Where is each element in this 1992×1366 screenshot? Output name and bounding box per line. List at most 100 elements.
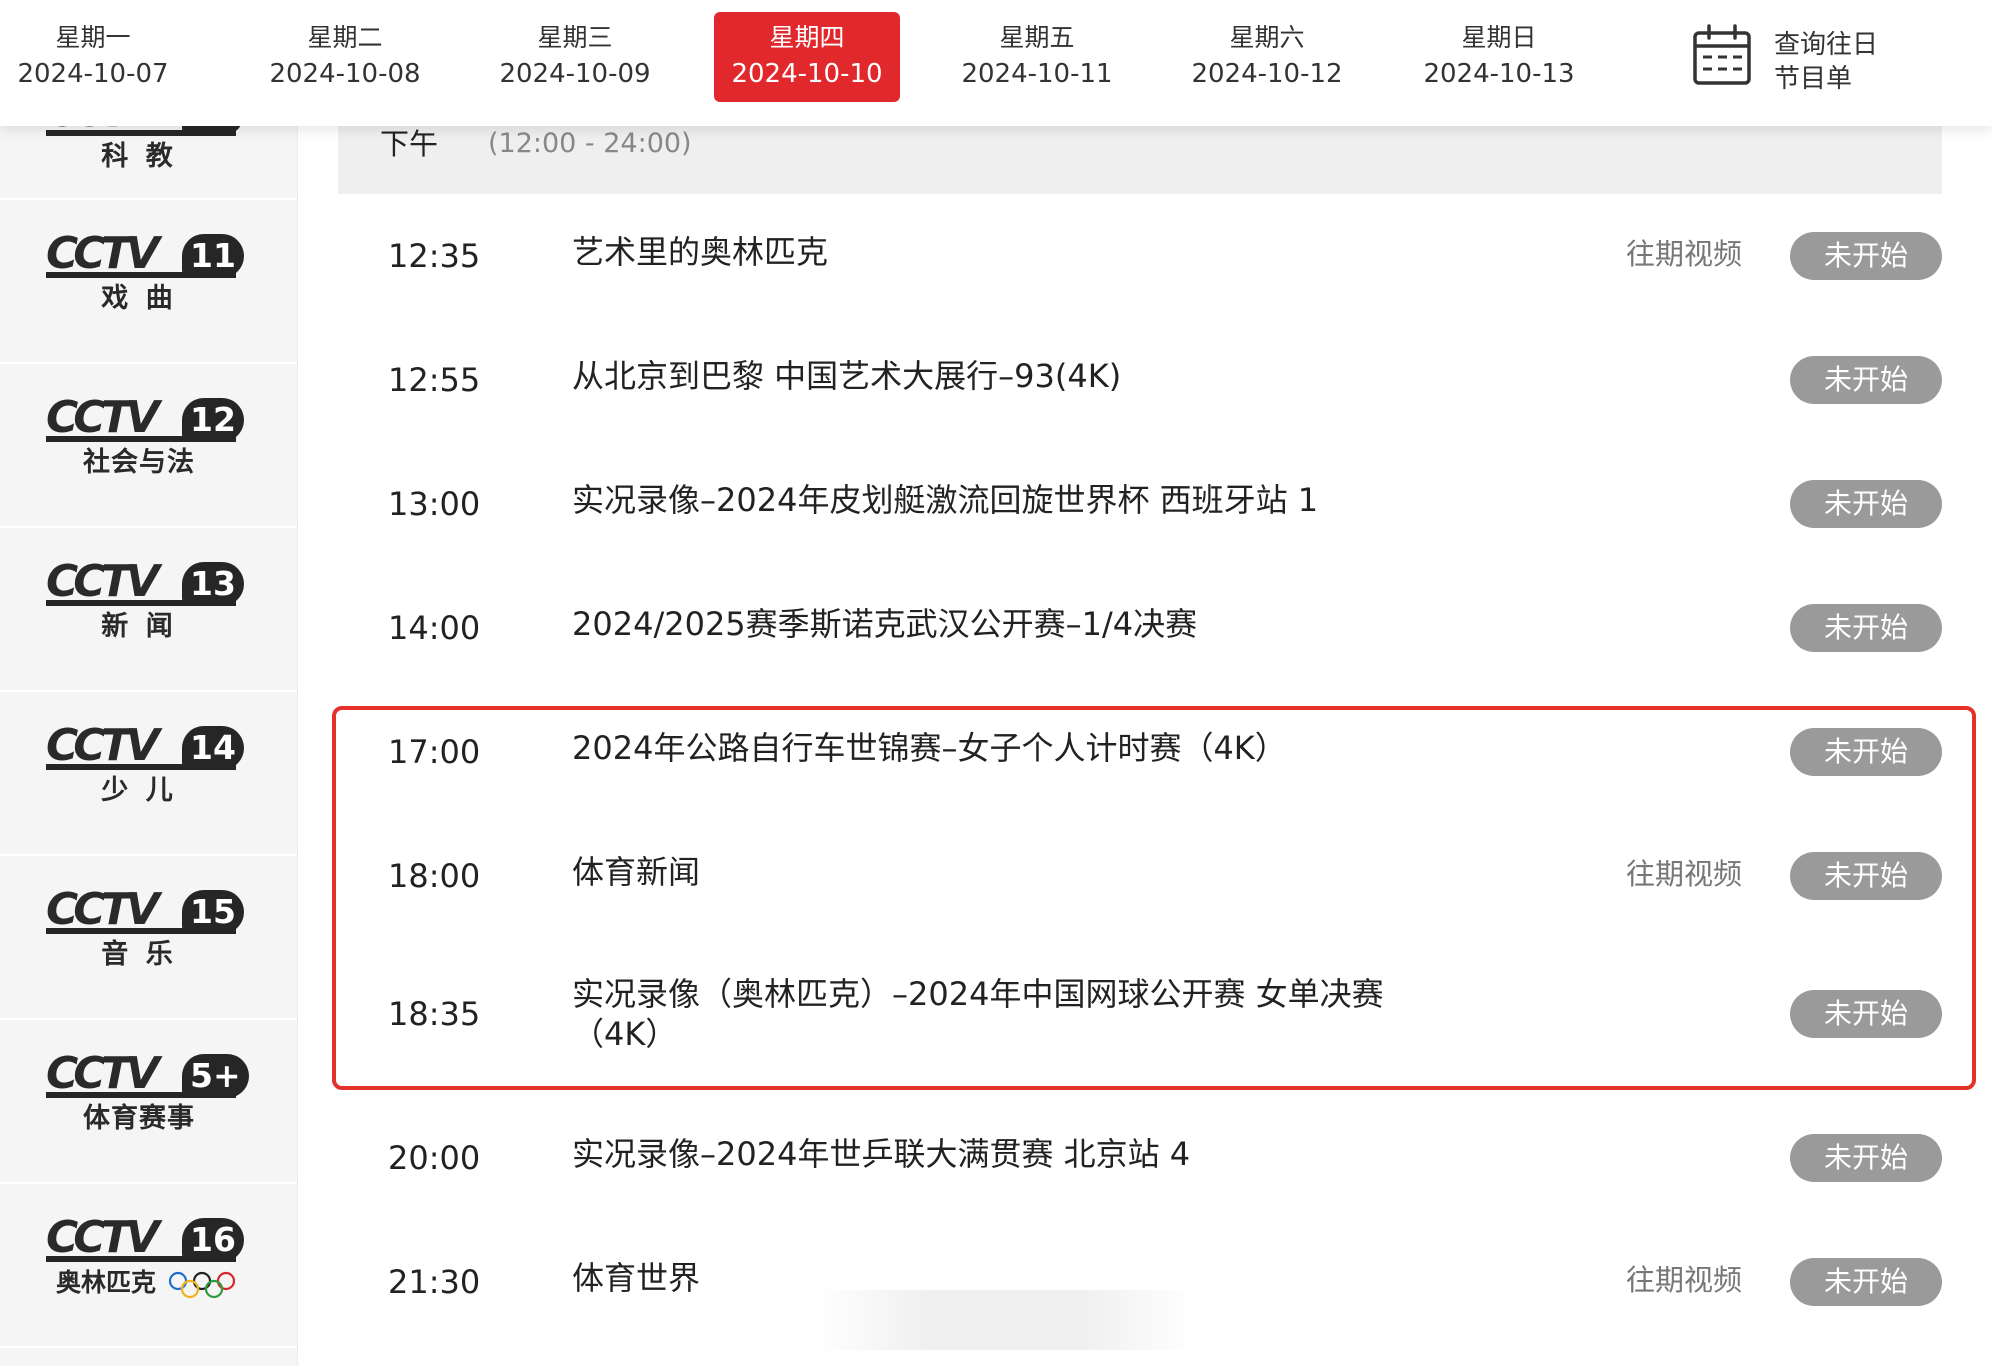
program-time: 18:00: [388, 857, 481, 895]
channel-logo: CCTV 13 新 闻: [46, 556, 244, 660]
program-title[interactable]: 体育新闻: [572, 852, 1432, 892]
channel-name: 少 儿: [101, 775, 177, 806]
program-row: 12:35 艺术里的奥林匹克 往期视频 未开始: [338, 194, 1942, 318]
history-line2: 节目单: [1774, 64, 1853, 94]
channel-item-cctv15[interactable]: CCTV 15 音 乐: [0, 858, 297, 1020]
channel-name: 社会与法: [83, 447, 195, 478]
period-range: (12:00 - 24:00): [488, 128, 692, 159]
weekday-label: 星期四: [769, 23, 845, 52]
date-label: 2024-10-08: [269, 59, 421, 89]
channel-item-cctv13[interactable]: CCTV 13 新 闻: [0, 530, 297, 692]
date-label: 2024-10-12: [1191, 59, 1343, 89]
channel-item-cctv16[interactable]: CCTV 16 奥林匹克: [0, 1186, 297, 1348]
date-label: 2024-10-09: [499, 59, 651, 89]
channel-logo: CCTV 11 戏 曲: [46, 228, 244, 332]
weekday-label: 星期三: [537, 23, 613, 52]
program-row: 14:00 2024/2025赛季斯诺克武汉公开赛–1/4决赛 未开始: [338, 566, 1942, 690]
channel-logo: CCTV 12 社会与法: [46, 392, 244, 496]
logo-underline: [46, 600, 236, 606]
logo-underline: [46, 272, 236, 278]
logo-mark: CCTV: [46, 1212, 160, 1263]
status-badge: 未开始: [1790, 1258, 1942, 1306]
period-label: 下午: [380, 127, 439, 161]
logo-underline: [46, 1092, 236, 1098]
channel-name: 奥林匹克: [55, 1268, 156, 1297]
status-badge: 未开始: [1790, 232, 1942, 280]
status-badge: 未开始: [1790, 356, 1942, 404]
program-title[interactable]: 2024/2025赛季斯诺克武汉公开赛–1/4决赛: [572, 604, 1432, 644]
program-time: 18:35: [388, 995, 481, 1033]
channel-logo: CCTV 15 音 乐: [46, 884, 244, 988]
program-time: 20:00: [388, 1139, 481, 1177]
date-label: 2024-10-11: [961, 59, 1113, 89]
olympic-rings-icon: [168, 1271, 236, 1299]
date-label: 2024-10-13: [1423, 59, 1575, 89]
weekday-label: 星期二: [307, 23, 383, 52]
channel-item-cctv12[interactable]: CCTV 12 社会与法: [0, 366, 297, 528]
program-title[interactable]: 实况录像–2024年世乒联大满贯赛 北京站 4: [572, 1134, 1572, 1174]
program-title[interactable]: 艺术里的奥林匹克: [572, 232, 1432, 272]
channel-item-cctv11[interactable]: CCTV 11 戏 曲: [0, 202, 297, 364]
logo-underline: [46, 1256, 236, 1262]
program-time: 12:35: [388, 237, 481, 275]
channel-logo: CCTV 16 奥林匹克: [46, 1212, 244, 1316]
channel-name: 戏 曲: [101, 283, 177, 314]
replay-link[interactable]: 往期视频: [1626, 854, 1742, 894]
weekday-label: 星期六: [1229, 23, 1305, 52]
logo-underline: [46, 928, 236, 934]
calendar-icon: [1693, 24, 1751, 85]
program-row: 20:00 实况录像–2024年世乒联大满贯赛 北京站 4 未开始: [338, 1096, 1942, 1220]
channel-item-cctv5plus[interactable]: CCTV 5+ 体育赛事: [0, 1022, 297, 1184]
history-schedule-link[interactable]: 查询往日 节目单: [1692, 24, 1932, 96]
date-tab-thu[interactable]: 星期四 2024-10-10: [714, 12, 900, 102]
logo-mark: CCTV: [46, 392, 160, 443]
history-line1: 查询往日: [1774, 30, 1879, 60]
program-title[interactable]: 实况录像（奥林匹克）–2024年中国网球公开赛 女单决赛（4K）: [572, 974, 1412, 1054]
program-time: 14:00: [388, 609, 481, 647]
channel-name: 体育赛事: [83, 1103, 195, 1134]
history-label: 查询往日 节目单: [1774, 28, 1878, 96]
blur-overlay: [816, 1290, 1196, 1350]
logo-mark: CCTV: [46, 1048, 160, 1099]
program-row: 13:00 实况录像–2024年皮划艇激流回旋世界杯 西班牙站 1 未开始: [338, 442, 1942, 566]
program-row: 18:35 实况录像（奥林匹克）–2024年中国网球公开赛 女单决赛（4K） 未…: [338, 938, 1942, 1086]
date-tab-wed[interactable]: 星期三 2024-10-09: [482, 12, 668, 102]
logo-underline: [46, 436, 236, 442]
weekday-label: 星期一: [55, 23, 131, 52]
channel-logo: CCTV 5+ 体育赛事: [46, 1048, 249, 1152]
channel-name: 新 闻: [101, 611, 177, 642]
program-title[interactable]: 2024年公路自行车世锦赛–女子个人计时赛（4K）: [572, 728, 1572, 768]
logo-mark: CCTV: [46, 556, 160, 607]
channel-item-cctv14[interactable]: CCTV 14 少 儿: [0, 694, 297, 856]
program-time: 17:00: [388, 733, 481, 771]
logo-mark: CCTV: [46, 720, 160, 771]
status-badge: 未开始: [1790, 728, 1942, 776]
date-tab-tue[interactable]: 星期二 2024-10-08: [252, 12, 438, 102]
date-tab-mon[interactable]: 星期一 2024-10-07: [0, 12, 186, 102]
program-title[interactable]: 从北京到巴黎 中国艺术大展行–93(4K): [572, 356, 1432, 396]
replay-link[interactable]: 往期视频: [1626, 1260, 1742, 1300]
program-time: 12:55: [388, 361, 481, 399]
replay-link[interactable]: 往期视频: [1626, 234, 1742, 274]
channel-name: 音 乐: [101, 939, 177, 970]
weekday-label: 星期五: [999, 23, 1075, 52]
program-time: 21:30: [388, 1263, 481, 1301]
logo-underline: [46, 130, 236, 136]
logo-mark: CCTV: [46, 884, 160, 935]
program-row: 18:00 体育新闻 往期视频 未开始: [338, 814, 1942, 938]
status-badge: 未开始: [1790, 480, 1942, 528]
date-label: 2024-10-07: [17, 59, 169, 89]
date-label: 2024-10-10: [731, 59, 883, 89]
channel-name: 科 教: [101, 141, 177, 172]
program-row: 17:00 2024年公路自行车世锦赛–女子个人计时赛（4K） 未开始: [338, 690, 1942, 814]
status-badge: 未开始: [1790, 604, 1942, 652]
date-tab-sat[interactable]: 星期六 2024-10-12: [1174, 12, 1360, 102]
program-title[interactable]: 实况录像–2024年皮划艇激流回旋世界杯 西班牙站 1: [572, 480, 1672, 520]
status-badge: 未开始: [1790, 852, 1942, 900]
weekday-label: 星期日: [1461, 23, 1537, 52]
date-tab-fri[interactable]: 星期五 2024-10-11: [944, 12, 1130, 102]
channel-logo: CCTV 14 少 儿: [46, 720, 244, 824]
date-tab-sun[interactable]: 星期日 2024-10-13: [1406, 12, 1592, 102]
date-bar: 星期一 2024-10-07 星期二 2024-10-08 星期三 2024-1…: [0, 0, 1992, 126]
logo-mark: CCTV: [46, 228, 160, 279]
